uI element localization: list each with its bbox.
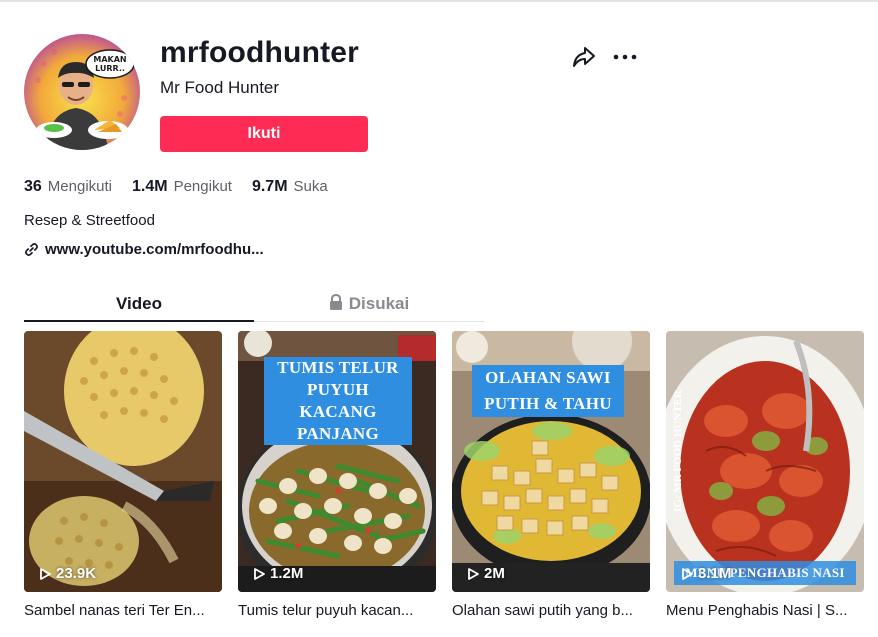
stat-label: Pengikut [173, 178, 232, 195]
play-icon [680, 567, 694, 581]
overlay-line: TUMIS TELUR [270, 357, 406, 379]
video-overlay-caption: OLAHAN SAWI PUTIH & TAHU [472, 365, 624, 417]
top-divider [0, 0, 878, 2]
video-views: 23.9K [38, 565, 96, 582]
profile-stats: 36 Mengikuti 1.4M Pengikut 9.7M Suka [24, 178, 328, 196]
overlay-line: OLAHAN SAWI [472, 365, 624, 391]
overlay-line: PANJANG [286, 423, 390, 445]
stat-value: 9.7M [251, 178, 288, 195]
video-view-count: 3.1M [698, 565, 732, 582]
video-thumbnail[interactable]: 23.9K [24, 331, 222, 592]
video-grid: 23.9K Sambel nanas teri Ter En... TUMIS … [24, 331, 864, 619]
profile-nickname: Mr Food Hunter [160, 78, 280, 97]
video-view-count: 2M [484, 565, 505, 582]
tab-liked[interactable]: Disukai [254, 288, 484, 322]
profile-tabs: Video Disukai [24, 288, 484, 322]
tab-video[interactable]: Video [24, 288, 254, 322]
video-title[interactable]: Menu Penghabis Nasi | S... [666, 602, 864, 619]
link-icon [24, 242, 39, 257]
profile-link[interactable]: www.youtube.com/mrfoodhu... [24, 241, 264, 258]
video-card[interactable]: OLAHAN SAWI PUTIH & TAHU 2M Olahan sawi … [452, 331, 650, 619]
video-views: 1.2M [252, 565, 303, 582]
more-icon[interactable] [611, 44, 639, 70]
stat-label: Suka [293, 178, 328, 195]
profile-bio: Resep & Streetfood [24, 212, 155, 229]
tab-label: Disukai [348, 294, 410, 313]
play-icon [252, 567, 266, 581]
stat-label: Mengikuti [47, 178, 112, 195]
play-icon [466, 567, 480, 581]
video-views: 2M [466, 565, 505, 582]
video-view-count: 23.9K [56, 565, 97, 582]
video-side-watermark: IG: MR FOOD HUNTER [672, 390, 684, 512]
tab-label: Video [116, 294, 162, 313]
video-card[interactable]: TUMIS TELUR PUYUH KACANG PANJANG 1.2M Tu… [238, 331, 436, 619]
stat-likes: 9.7M Suka [252, 178, 328, 196]
profile-link-text: www.youtube.com/mrfoodhu... [45, 241, 264, 258]
video-views: 3.1M [680, 565, 731, 582]
lock-icon [329, 293, 343, 316]
stat-value: 1.4M [132, 178, 168, 195]
play-icon [38, 567, 52, 581]
video-thumbnail[interactable]: IG: MR FOOD HUNTER MENU PENGHABIS NASI 3… [666, 331, 864, 592]
avatar[interactable]: MAKAN LURR.. [24, 34, 140, 150]
stat-following[interactable]: 36 Mengikuti [24, 178, 112, 196]
profile-username: mrfoodhunter [160, 36, 360, 69]
svg-text:LURR..: LURR.. [95, 64, 125, 73]
video-title[interactable]: Sambel nanas teri Ter En... [24, 602, 222, 619]
video-title[interactable]: Olahan sawi putih yang b... [452, 602, 650, 619]
video-card[interactable]: 23.9K Sambel nanas teri Ter En... [24, 331, 222, 619]
video-card[interactable]: IG: MR FOOD HUNTER MENU PENGHABIS NASI 3… [666, 331, 864, 619]
follow-button[interactable]: Ikuti [160, 116, 368, 152]
stat-followers[interactable]: 1.4M Pengikut [132, 178, 232, 196]
overlay-line: PUTIH & TAHU [478, 391, 618, 417]
share-icon[interactable] [570, 44, 598, 70]
video-thumbnail[interactable]: OLAHAN SAWI PUTIH & TAHU 2M [452, 331, 650, 592]
stat-value: 36 [24, 178, 42, 195]
overlay-line: PUYUH KACANG [264, 379, 412, 423]
video-view-count: 1.2M [270, 565, 304, 582]
svg-text:MAKAN: MAKAN [93, 55, 126, 64]
video-title[interactable]: Tumis telur puyuh kacan... [238, 602, 436, 619]
video-thumbnail[interactable]: TUMIS TELUR PUYUH KACANG PANJANG 1.2M [238, 331, 436, 592]
video-overlay-caption: TUMIS TELUR PUYUH KACANG PANJANG [264, 357, 412, 445]
